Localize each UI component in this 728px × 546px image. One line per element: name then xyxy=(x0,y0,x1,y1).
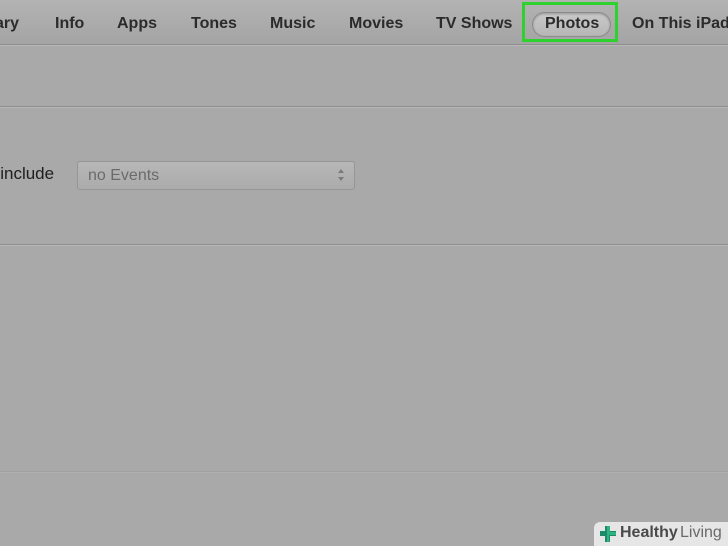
tab-on-this-ipad[interactable]: On This iPad xyxy=(632,0,728,44)
tab-apps[interactable]: Apps xyxy=(117,0,157,44)
medical-cross-icon xyxy=(600,526,616,542)
tab-tones[interactable]: Tones xyxy=(191,0,237,44)
watermark: Healthy Living xyxy=(594,522,728,546)
tab-movies[interactable]: Movies xyxy=(349,0,403,44)
watermark-brand-bold: Healthy xyxy=(620,524,678,541)
tab-summary[interactable]: ary xyxy=(0,0,19,44)
events-select[interactable]: no Events xyxy=(77,161,355,190)
tab-bar: ary Info Apps Tones Music Movies TV Show… xyxy=(0,0,728,45)
tab-music[interactable]: Music xyxy=(270,0,315,44)
events-select-value: no Events xyxy=(88,167,160,184)
section-divider-middle xyxy=(0,244,728,245)
watermark-brand-light: Living xyxy=(680,524,722,541)
section-divider-bottom xyxy=(0,471,728,472)
tab-tv-shows[interactable]: TV Shows xyxy=(436,0,512,44)
tab-photos[interactable]: Photos xyxy=(545,0,599,44)
include-label: y include xyxy=(0,164,55,183)
up-down-arrows-icon xyxy=(338,169,344,181)
tab-info[interactable]: Info xyxy=(55,0,84,44)
section-divider-top xyxy=(0,106,728,107)
